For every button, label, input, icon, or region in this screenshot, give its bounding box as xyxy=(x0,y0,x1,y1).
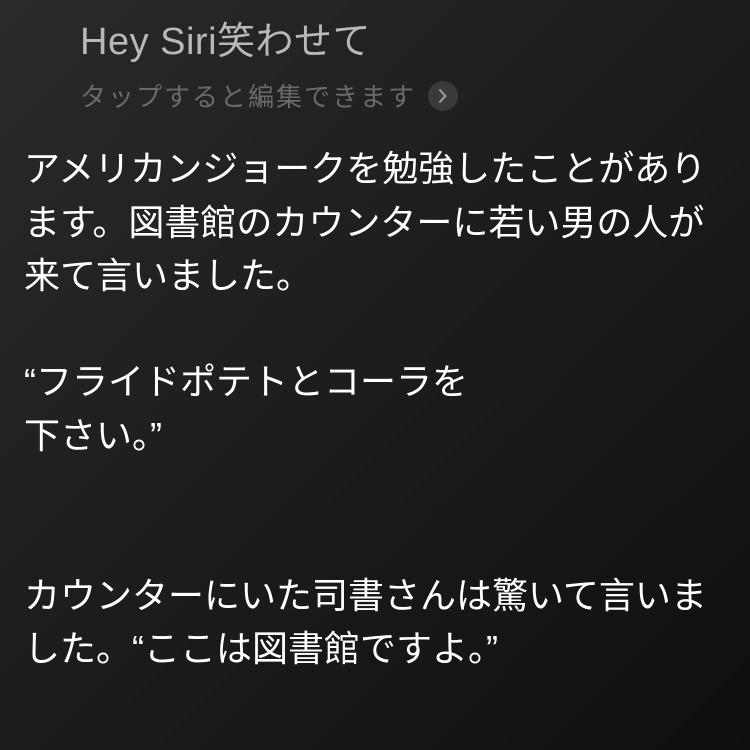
siri-response: アメリカンジョークを勉強したことがあります。図書館のカウンターに若い男の人が来て… xyxy=(0,114,750,675)
user-query-text[interactable]: Hey Siri笑わせて xyxy=(80,18,670,67)
chevron-right-icon[interactable] xyxy=(428,81,458,111)
edit-hint-label: タップすると編集できます xyxy=(80,77,416,114)
edit-hint-row[interactable]: タップすると編集できます xyxy=(80,77,670,114)
siri-header: Hey Siri笑わせて タップすると編集できます xyxy=(0,0,750,114)
response-text: アメリカンジョークを勉強したことがあります。図書館のカウンターに若い男の人が来て… xyxy=(24,142,726,675)
